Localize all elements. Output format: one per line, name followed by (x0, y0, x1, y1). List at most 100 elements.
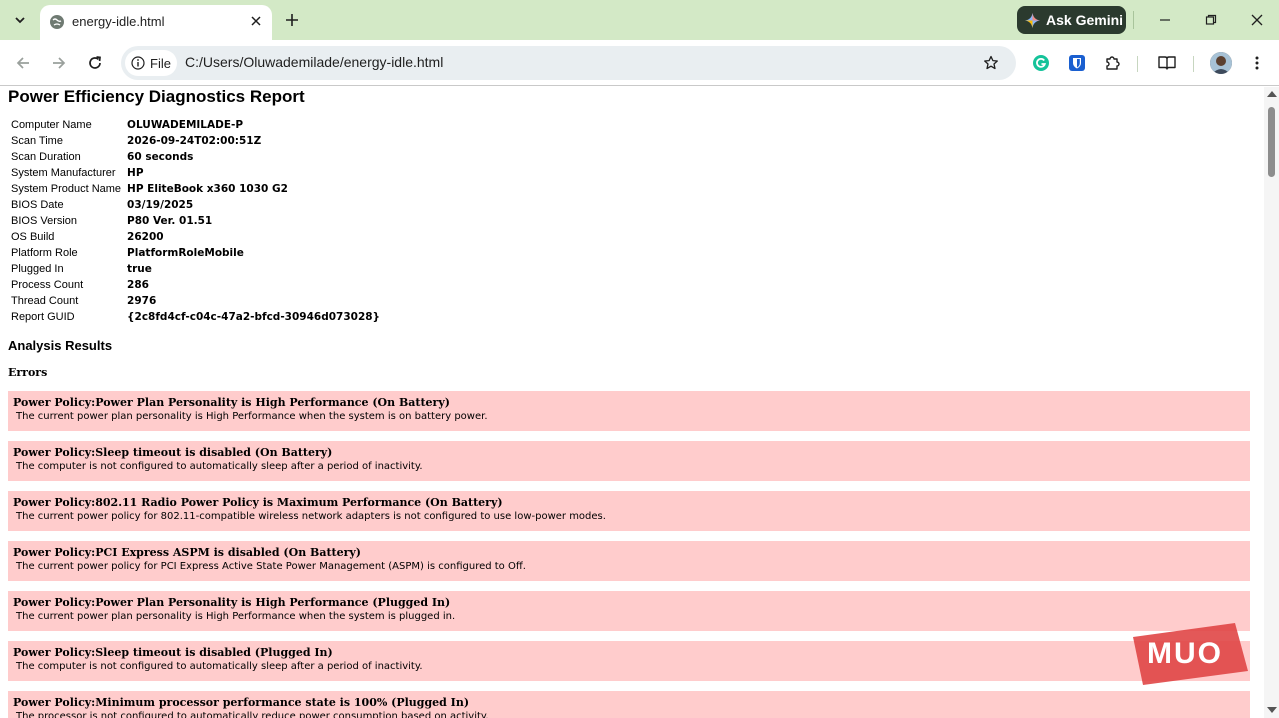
error-title: Power Policy:PCI Express ASPM is disable… (13, 546, 361, 559)
chevron-down-icon (15, 17, 25, 24)
error-title: Power Policy:Minimum processor performan… (13, 696, 470, 709)
info-label: BIOS Date (11, 199, 64, 211)
minimize-icon (1160, 19, 1170, 21)
error-title: Power Policy:Power Plan Personality is H… (13, 396, 450, 409)
table-row: System Product Name HP EliteBook x360 103… (8, 181, 383, 197)
close-icon (1251, 14, 1263, 26)
error-item: Power Policy:Sleep timeout is disabled (… (8, 441, 1250, 481)
system-info-table: Computer Name OLUWADEMILADE-P Scan Time 20… (8, 117, 383, 325)
error-description: The processor is not configured to autom… (16, 711, 489, 718)
arrow-left-icon (16, 57, 29, 69)
error-description: The computer is not configured to automa… (16, 461, 423, 472)
star-icon (984, 55, 998, 70)
info-label: Thread Count (11, 295, 79, 307)
grammarly-icon (1033, 55, 1049, 71)
info-label: Scan Time (11, 135, 63, 147)
scroll-down-arrow-icon[interactable] (1267, 707, 1277, 713)
extensions-button[interactable] (1099, 49, 1127, 77)
error-item: Power Policy:PCI Express ASPM is disable… (8, 541, 1250, 581)
table-row: BIOS Date 03/19/2025 (8, 197, 383, 213)
report-page: Power Efficiency Diagnostics Report Comp… (0, 87, 1264, 718)
book-icon (1158, 56, 1176, 70)
scrollbar-thumb[interactable] (1268, 107, 1275, 177)
table-row: System Manufacturer HP (8, 165, 383, 181)
error-description: The current power plan personality is Hi… (16, 611, 456, 622)
shield-icon (1069, 55, 1085, 71)
info-value: true (127, 263, 152, 275)
info-value: 60 seconds (127, 151, 194, 163)
browser-toolbar: File C:/Users/Oluwademilade/energy-idle.… (0, 40, 1279, 86)
ask-gemini-label: Ask Gemini (1046, 12, 1124, 28)
info-label: Scan Duration (11, 151, 81, 163)
info-label: Computer Name (11, 119, 92, 131)
ask-gemini-button[interactable]: Ask Gemini (1017, 6, 1126, 34)
muo-watermark-logo: MUO (1123, 623, 1248, 685)
puzzle-icon (1106, 56, 1120, 70)
tab-title: energy-idle.html (72, 14, 165, 29)
info-label: System Manufacturer (11, 167, 116, 179)
reload-button[interactable] (81, 49, 109, 77)
error-title: Power Policy:802.11 Radio Power Policy i… (13, 496, 503, 509)
new-tab-button[interactable] (280, 8, 304, 32)
tab-strip: energy-idle.html Ask Gemini (0, 0, 1279, 40)
reading-mode-button[interactable] (1153, 49, 1181, 77)
error-description: The current power policy for PCI Express… (16, 561, 526, 572)
info-value: 26200 (127, 231, 164, 243)
error-title: Power Policy:Power Plan Personality is H… (13, 596, 451, 609)
report-title: Power Efficiency Diagnostics Report (8, 87, 305, 106)
table-row: Platform Role PlatformRoleMobile (8, 245, 383, 261)
bitwarden-extension-button[interactable] (1063, 49, 1091, 77)
back-button[interactable] (9, 49, 37, 77)
info-label: Platform Role (11, 247, 78, 259)
toolbar-divider (1193, 56, 1194, 72)
bookmark-button[interactable] (979, 51, 1003, 75)
close-window-button[interactable] (1245, 8, 1269, 32)
error-description: The current power policy for 802.11-comp… (16, 511, 606, 522)
info-value: 2026-09-24T02:00:51Z (127, 135, 262, 147)
error-item: Power Policy:Minimum processor performan… (8, 691, 1250, 718)
info-label: BIOS Version (11, 215, 78, 227)
error-item: Power Policy:Power Plan Personality is H… (8, 391, 1250, 431)
tab-active[interactable]: energy-idle.html (40, 5, 272, 40)
grammarly-extension-button[interactable] (1027, 49, 1055, 77)
info-value: PlatformRoleMobile (127, 247, 244, 259)
restore-button[interactable] (1199, 8, 1223, 32)
info-label: Plugged In (11, 263, 64, 275)
profile-avatar[interactable] (1210, 52, 1232, 74)
info-icon (131, 56, 145, 70)
error-item: Power Policy:Power Plan Personality is H… (8, 591, 1250, 631)
toolbar-divider (1137, 56, 1138, 72)
tab-search-button[interactable] (8, 8, 32, 32)
forward-button[interactable] (45, 49, 73, 77)
tab-close-button[interactable] (246, 11, 266, 31)
table-row: BIOS Version P80 Ver. 01.51 (8, 213, 383, 229)
site-info-label: File (150, 55, 171, 71)
gemini-sparkle-icon (1025, 12, 1040, 28)
table-row: Process Count 286 (8, 277, 383, 293)
table-row: Computer Name OLUWADEMILADE-P (8, 117, 383, 133)
scroll-up-arrow-icon[interactable] (1267, 91, 1277, 97)
url-text[interactable]: C:/Users/Oluwademilade/energy-idle.html (185, 54, 443, 70)
info-value: 286 (127, 279, 149, 291)
info-value: HP EliteBook x360 1030 G2 (127, 183, 288, 195)
error-title: Power Policy:Sleep timeout is disabled (… (13, 446, 333, 459)
info-value: 03/19/2025 (127, 199, 194, 211)
avatar-icon (1210, 52, 1232, 74)
site-info-chip[interactable]: File (125, 50, 177, 76)
kebab-menu-icon (1255, 56, 1259, 70)
minimize-button[interactable] (1153, 8, 1177, 32)
restore-icon (1205, 14, 1217, 25)
error-item: Power Policy:Sleep timeout is disabled (… (8, 641, 1250, 681)
table-row: OS Build 26200 (8, 229, 383, 245)
analysis-results-heading: Analysis Results (8, 338, 113, 353)
plus-icon (286, 14, 298, 26)
info-label: OS Build (11, 231, 55, 243)
page-scrollbar[interactable] (1264, 87, 1279, 718)
info-label: Process Count (11, 279, 84, 291)
address-bar[interactable]: File C:/Users/Oluwademilade/energy-idle.… (121, 46, 1016, 80)
globe-icon (50, 15, 64, 29)
chrome-menu-button[interactable] (1243, 49, 1271, 77)
info-value: OLUWADEMILADE-P (127, 119, 244, 131)
close-icon (251, 16, 261, 26)
error-description: The computer is not configured to automa… (16, 661, 423, 672)
